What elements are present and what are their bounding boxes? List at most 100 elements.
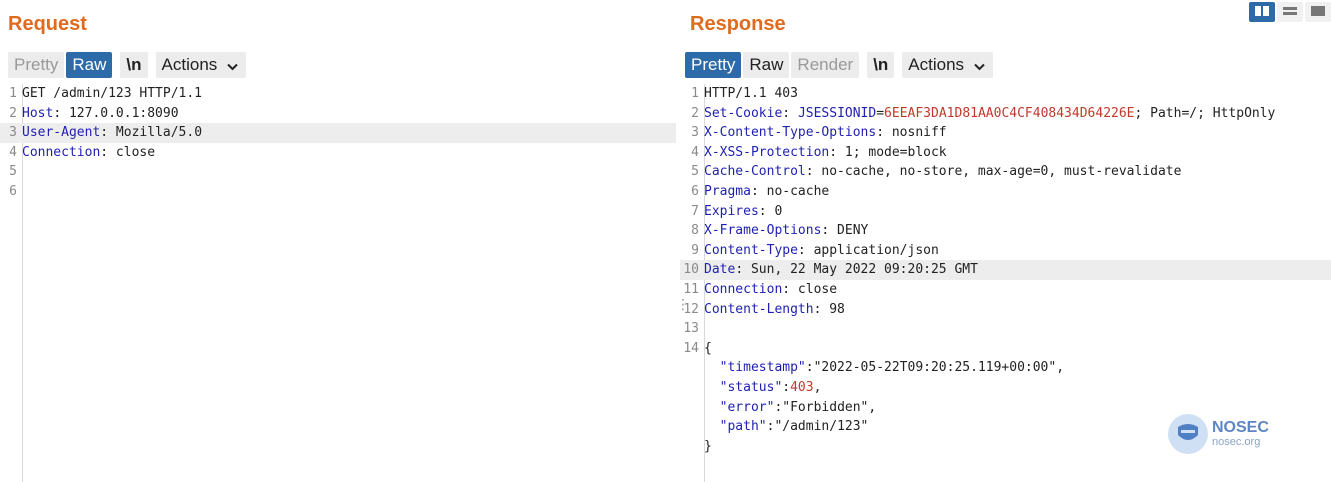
- json-number-value: 403: [790, 379, 814, 395]
- header-value: : 1; mode=block: [829, 144, 947, 160]
- header-value: : DENY: [821, 223, 869, 239]
- response-line: 8 X-Frame-Options: DENY: [680, 221, 1331, 241]
- split-vertical-view-button[interactable]: [1277, 2, 1303, 22]
- line-number: 7: [691, 203, 699, 219]
- request-line: 6: [0, 182, 676, 202]
- response-raw-tab[interactable]: Raw: [743, 52, 790, 78]
- json-line: "timestamp":"2022-05-22T09:20:25.119+00:…: [719, 360, 1065, 376]
- header-key: User-Agent: [22, 125, 101, 141]
- line-number: 3: [691, 125, 699, 141]
- header-value: : nosniff: [876, 125, 947, 141]
- line-number: 5: [691, 164, 699, 180]
- request-line: 4 Connection: close: [0, 143, 676, 163]
- rows-layout-icon: [1283, 3, 1297, 21]
- single-layout-icon: [1311, 3, 1325, 21]
- header-key: Content-Type: [704, 242, 798, 258]
- response-title: Response: [690, 13, 786, 35]
- header-value: : 127.0.0.1:8090: [53, 105, 179, 121]
- json-line: "status":403,: [719, 379, 822, 395]
- response-actions-menu[interactable]: Actions: [902, 52, 993, 79]
- response-line: 14 {: [680, 339, 1331, 359]
- header-separator: :: [782, 105, 798, 121]
- header-value: : 98: [813, 301, 845, 317]
- request-line: 5: [0, 162, 676, 182]
- response-line: 12 Content-Length: 98: [680, 300, 1331, 320]
- request-line: 2 Host: 127.0.0.1:8090: [0, 104, 676, 124]
- request-line: 1 GET /admin/123 HTTP/1.1: [0, 84, 676, 104]
- response-line: 4 X-XSS-Protection: 1; mode=block: [680, 143, 1331, 163]
- json-key: "path": [719, 419, 767, 435]
- header-key: X-Content-Type-Options: [704, 125, 877, 141]
- line-number: 1: [9, 86, 17, 101]
- response-pane: Response Pretty Raw Render \n Actions 1 …: [680, 0, 1331, 482]
- line-number: 9: [691, 242, 699, 258]
- cookie-attributes: ; Path=/; HttpOnly: [1134, 105, 1276, 121]
- line-number: 8: [691, 223, 699, 239]
- request-editor[interactable]: 1 GET /admin/123 HTTP/1.1 2 Host: 127.0.0.…: [0, 84, 676, 482]
- header-value: : no-cache, no-store, max-age=0, must-re…: [805, 164, 1182, 180]
- header-value: : Mozilla/5.0: [100, 125, 203, 141]
- header-value: : no-cache: [750, 183, 830, 199]
- json-key: "error": [719, 399, 775, 415]
- request-line-text: GET /admin/123 HTTP/1.1: [22, 86, 203, 101]
- header-value: : Sun, 22 May 2022 09:20:25 GMT: [735, 262, 978, 278]
- header-key: Connection: [704, 281, 783, 297]
- line-number: 4: [691, 144, 699, 160]
- layout-toggle-group: [1247, 2, 1331, 22]
- line-number: 13: [683, 321, 699, 337]
- request-newline-toggle[interactable]: \n: [120, 52, 148, 78]
- header-key: Date: [704, 262, 736, 278]
- line-number: 14: [683, 340, 699, 356]
- header-key: Content-Length: [704, 301, 814, 317]
- line-number: 2: [9, 105, 17, 121]
- request-actions-menu[interactable]: Actions: [155, 52, 247, 78]
- request-toolbar: Pretty Raw \n Actions: [8, 52, 248, 78]
- columns-layout-icon: [1255, 3, 1269, 21]
- request-pretty-tab[interactable]: Pretty: [8, 52, 65, 78]
- line-number: 6: [691, 183, 699, 199]
- nosec-watermark: NOSEC nosec.org: [1168, 414, 1269, 454]
- json-value: "Forbidden",: [782, 399, 877, 415]
- header-key: X-XSS-Protection: [704, 144, 830, 160]
- response-line: 7 Expires: 0: [680, 202, 1331, 222]
- header-value: : close: [782, 281, 838, 297]
- response-line: 6 Pragma: no-cache: [680, 182, 1331, 202]
- request-raw-tab[interactable]: Raw: [66, 52, 113, 78]
- nosec-logo-icon: [1168, 414, 1208, 454]
- line-number: 3: [9, 125, 17, 141]
- line-number: 10: [683, 262, 699, 278]
- watermark-url: nosec.org: [1212, 435, 1261, 448]
- header-key: Connection: [22, 144, 101, 160]
- header-value: : application/json: [797, 242, 939, 258]
- header-value: : close: [100, 144, 156, 160]
- split-horizontal-view-button[interactable]: [1249, 2, 1275, 22]
- json-value: "/admin/123": [774, 419, 869, 435]
- line-number: 2: [691, 105, 699, 121]
- header-key: Set-Cookie: [704, 105, 783, 121]
- single-view-button[interactable]: [1305, 2, 1331, 22]
- response-line: 3 X-Content-Type-Options: nosniff: [680, 123, 1331, 143]
- header-key: Cache-Control: [704, 164, 806, 180]
- response-line: 2 Set-Cookie: JSESSIONID=6EEAF3DA1D81AA0C…: [680, 104, 1331, 124]
- line-number: 12: [683, 301, 699, 317]
- response-line: 9 Content-Type: application/json: [680, 241, 1331, 261]
- status-line: HTTP/1.1 403: [704, 86, 798, 101]
- cookie-equals: =: [876, 105, 885, 121]
- chevron-down-icon: [974, 53, 985, 79]
- line-number: 11: [683, 281, 699, 297]
- line-number: 5: [9, 164, 17, 180]
- response-render-tab[interactable]: Render: [791, 52, 860, 78]
- response-pretty-tab[interactable]: Pretty: [685, 52, 742, 78]
- request-title: Request: [8, 13, 87, 35]
- request-actions-label: Actions: [161, 55, 218, 74]
- request-pane: Request Pretty Raw \n Actions 1 GET /admi…: [0, 0, 676, 482]
- response-line: 1 HTTP/1.1 403: [680, 84, 1331, 104]
- response-toolbar: Pretty Raw Render \n Actions: [685, 52, 995, 78]
- header-value: : 0: [758, 203, 783, 219]
- header-key: Host: [22, 105, 54, 121]
- header-key: Expires: [704, 203, 759, 219]
- watermark-name: NOSEC: [1212, 418, 1269, 436]
- line-number: 6: [9, 183, 17, 199]
- response-newline-toggle[interactable]: \n: [867, 52, 895, 78]
- json-key: "timestamp": [719, 360, 806, 376]
